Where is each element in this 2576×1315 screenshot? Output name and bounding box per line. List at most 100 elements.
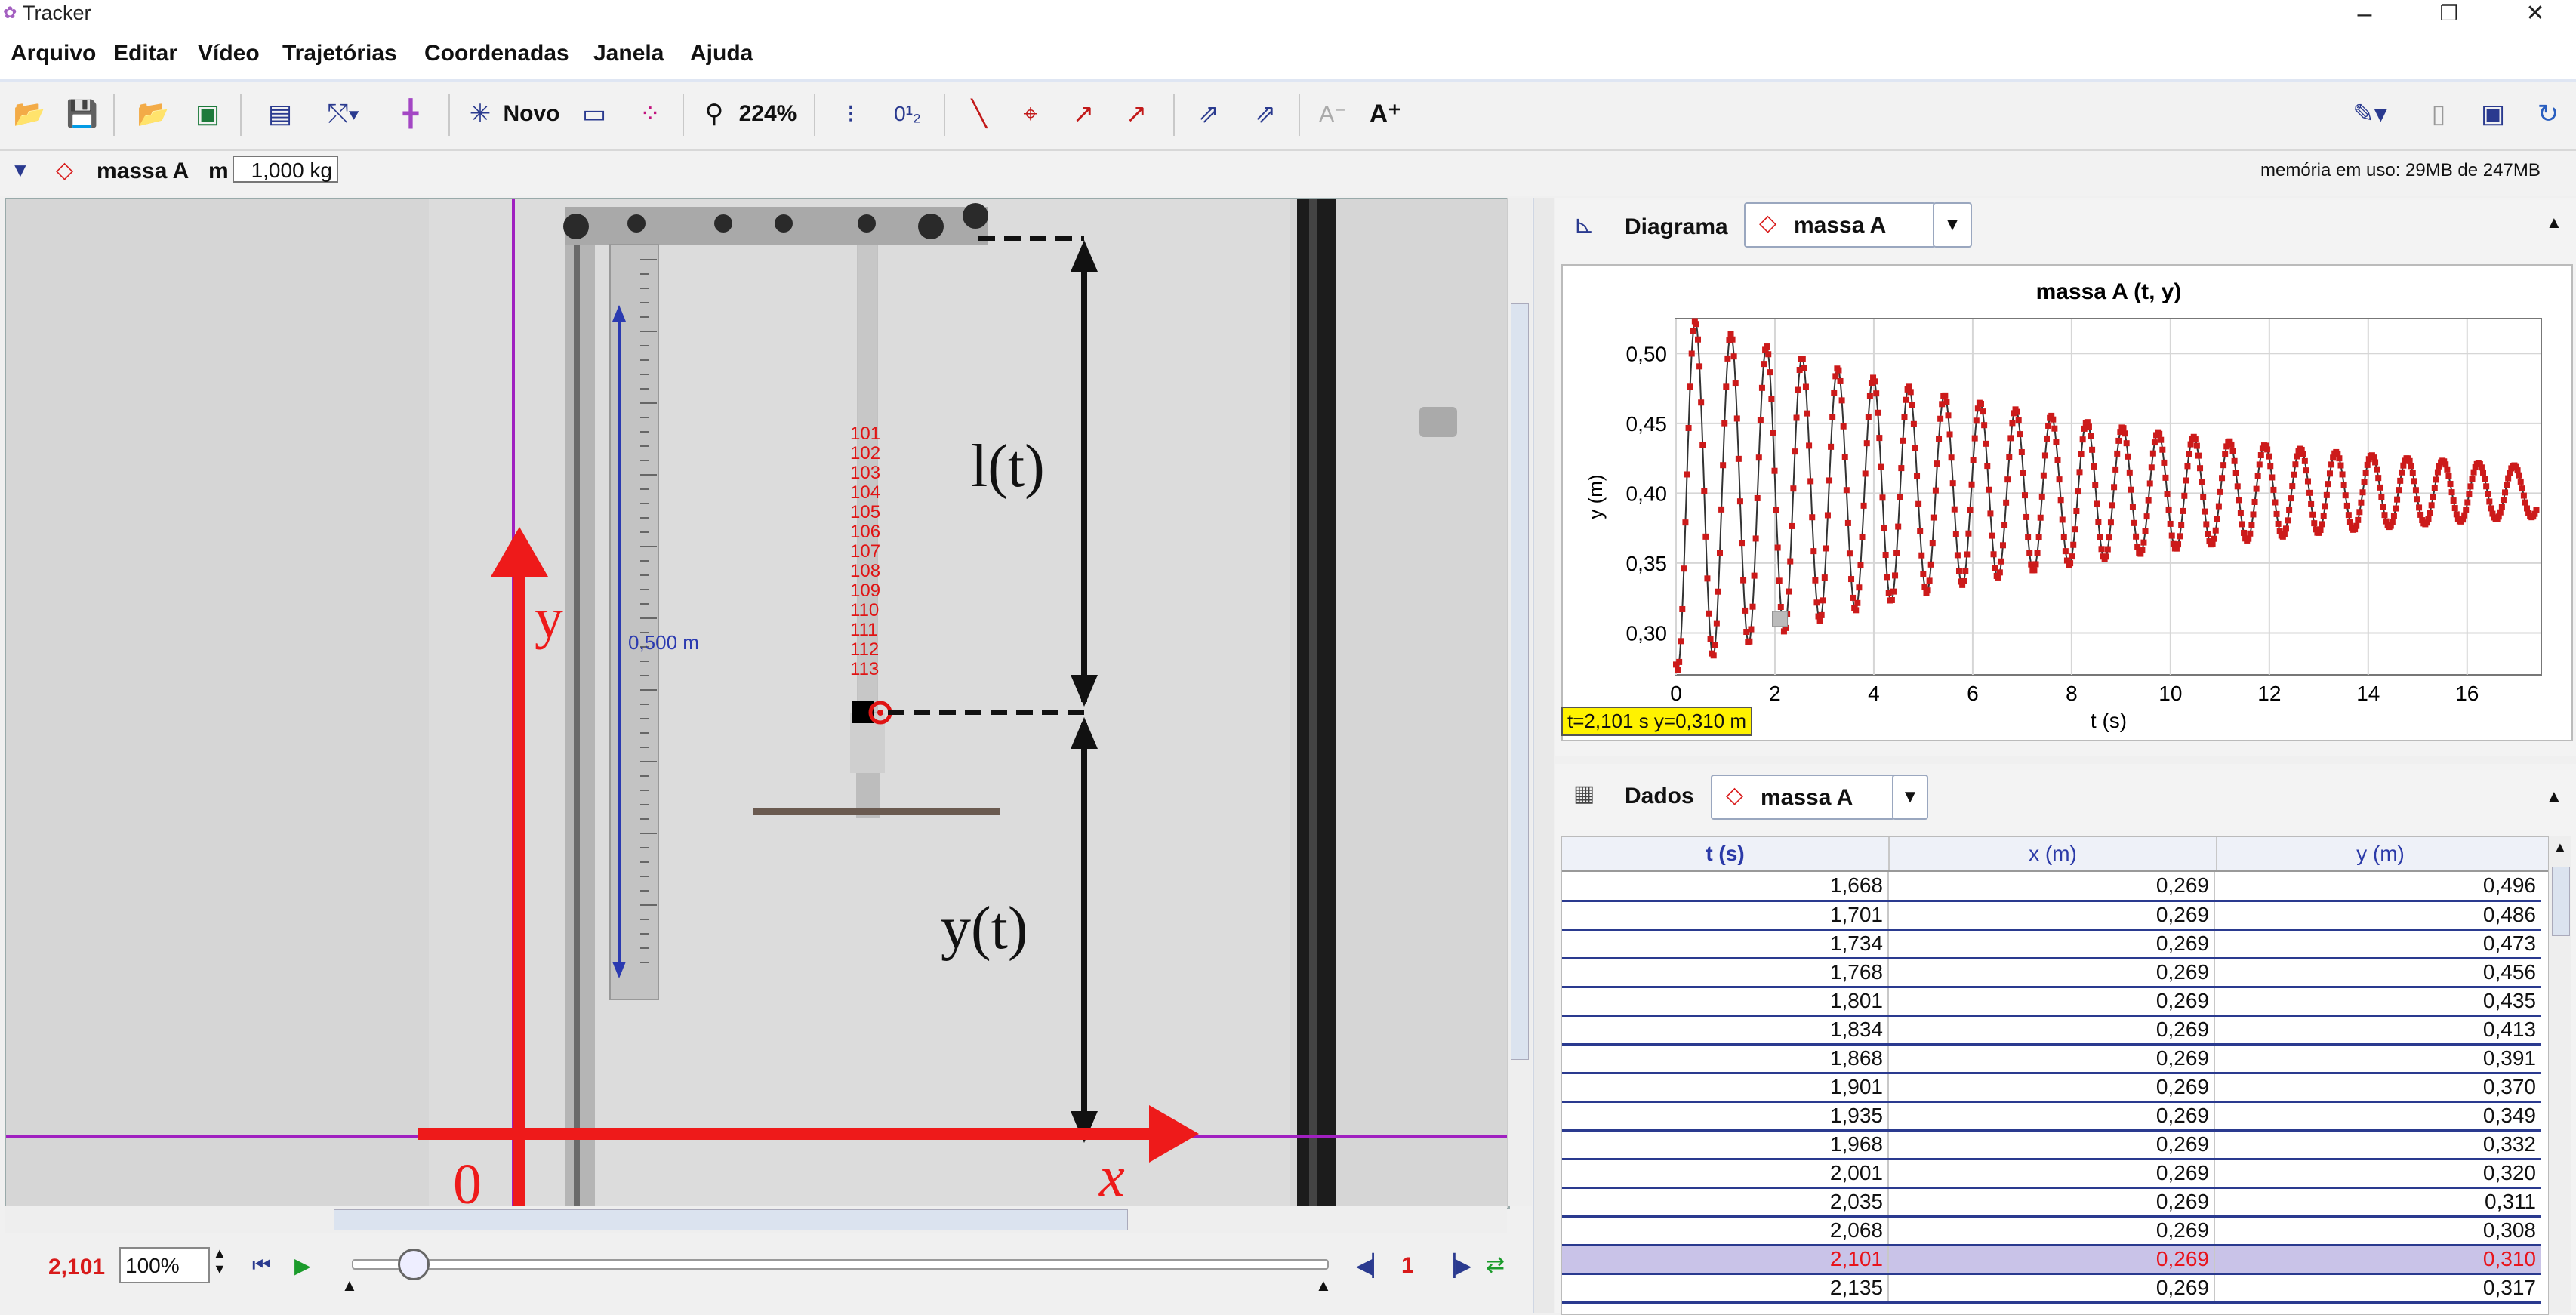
label-icon[interactable]: 0¹₂: [885, 95, 930, 133]
table-cell[interactable]: 2,068: [1562, 1216, 1888, 1246]
table-cell[interactable]: 0,269: [1887, 1159, 2214, 1189]
table-row[interactable]: 2,068 0,269 0,308: [1562, 1216, 2541, 1246]
collapse-icon[interactable]: ▲: [2546, 787, 2562, 806]
maximize-button[interactable]: ❐: [2413, 0, 2485, 30]
table-cell[interactable]: 0,269: [1887, 1187, 2214, 1218]
table-cell[interactable]: 0,496: [2214, 872, 2541, 902]
table-cell[interactable]: 0,269: [1887, 1216, 2214, 1246]
time-readout[interactable]: 2,101: [48, 1255, 105, 1280]
menu-video[interactable]: Vídeo: [198, 41, 260, 66]
table-cell[interactable]: 2,135: [1562, 1273, 1888, 1304]
slider-knob[interactable]: [398, 1249, 430, 1280]
video-view[interactable]: 0,500 m 101 102 103 104 105 106 107 108 109 110 11…: [5, 198, 1510, 1209]
table-row[interactable]: 1,668 0,269 0,496: [1562, 872, 2541, 902]
table-row[interactable]: 2,101 0,269 0,310: [1562, 1245, 2541, 1275]
video-frame[interactable]: 0,500 m 10110210310410510610710810911011…: [6, 199, 1508, 1208]
font-larger-icon[interactable]: A⁺: [1367, 95, 1404, 133]
panel-icon[interactable]: ▣: [2478, 95, 2508, 133]
table-cell[interactable]: 1,901: [1562, 1073, 1888, 1103]
table-cell[interactable]: 0,486: [2214, 901, 2541, 931]
column-header[interactable]: y (m): [2216, 837, 2544, 870]
table-cell[interactable]: 0,308: [2214, 1216, 2541, 1246]
new-track-button[interactable]: Novo: [501, 95, 562, 133]
step-forward-icon[interactable]: ▕▶: [1439, 1253, 1471, 1278]
table-cell[interactable]: 0,269: [1887, 929, 2214, 959]
data-rows[interactable]: 1,668 0,269 0,496 1,701 0,269 0,486 1,734 0,269…: [1562, 872, 2541, 1304]
table-cell[interactable]: 0,269: [1887, 872, 2214, 902]
clip-settings-icon[interactable]: ▤: [261, 95, 299, 133]
table-cell[interactable]: 0,269: [1887, 1273, 2214, 1304]
track-name[interactable]: massa A: [97, 159, 189, 184]
data-track-dropdown[interactable]: ◇ massa A: [1711, 775, 1895, 820]
plot-track-dropdown[interactable]: ◇ massa A: [1744, 202, 1936, 248]
frame-slider[interactable]: [352, 1249, 1329, 1280]
table-cell[interactable]: 0,269: [1887, 1015, 2214, 1046]
table-cell[interactable]: 1,868: [1562, 1044, 1888, 1074]
end-marker-icon[interactable]: ▲: [1315, 1276, 1332, 1295]
table-row[interactable]: 2,135 0,269 0,317: [1562, 1273, 2541, 1304]
table-cell[interactable]: 1,668: [1562, 872, 1888, 902]
close-button[interactable]: ✕: [2499, 0, 2571, 30]
table-row[interactable]: 1,968 0,269 0,332: [1562, 1130, 2541, 1160]
data-track-chevron-icon[interactable]: ▼: [1892, 775, 1928, 820]
position-icon[interactable]: ⌖: [1012, 95, 1049, 133]
menu-coordenadas[interactable]: Coordenadas: [424, 41, 569, 66]
new-track-icon[interactable]: ✳: [465, 95, 495, 133]
save-video-icon[interactable]: ▣: [189, 95, 226, 133]
zoom-stepper[interactable]: ▲ ▼: [213, 1246, 226, 1277]
zoom-icon[interactable]: ⚲: [699, 95, 729, 133]
calibration-icon[interactable]: ⤲▾: [317, 95, 370, 133]
open-icon[interactable]: 📂: [11, 95, 48, 133]
table-cell[interactable]: 0,269: [1887, 901, 2214, 931]
table-cell[interactable]: 0,435: [2214, 987, 2541, 1017]
table-row[interactable]: 1,834 0,269 0,413: [1562, 1015, 2541, 1046]
column-header[interactable]: t (s): [1562, 837, 1888, 870]
table-scrollbar[interactable]: ▲: [2549, 836, 2571, 1313]
table-cell[interactable]: 0,370: [2214, 1073, 2541, 1103]
menu-trajetorias[interactable]: Trajetórias: [282, 41, 397, 66]
table-cell[interactable]: 0,413: [2214, 1015, 2541, 1046]
zoom-field[interactable]: 100%: [119, 1247, 210, 1283]
table-cell[interactable]: 1,734: [1562, 929, 1888, 959]
data-table[interactable]: t (s) x (m) y (m) 1,668 0,269 0,496 1,701 0,…: [1561, 836, 2549, 1315]
table-cell[interactable]: 0,320: [2214, 1159, 2541, 1189]
table-row[interactable]: 1,701 0,269 0,486: [1562, 901, 2541, 931]
zoom-label[interactable]: 224%: [734, 95, 802, 133]
pencil-icon[interactable]: ✎▾: [2343, 95, 2396, 133]
scroll-thumb[interactable]: [334, 1209, 1128, 1230]
table-cell[interactable]: 0,269: [1887, 958, 2214, 988]
velocity-icon[interactable]: ↗: [1065, 95, 1102, 133]
table-cell[interactable]: 0,269: [1887, 1101, 2214, 1132]
path-icon[interactable]: ╲: [960, 95, 998, 133]
table-cell[interactable]: 2,101: [1562, 1245, 1888, 1275]
table-cell[interactable]: 1,801: [1562, 987, 1888, 1017]
menu-ajuda[interactable]: Ajuda: [690, 41, 753, 66]
minimize-button[interactable]: –: [2328, 0, 2401, 30]
table-cell[interactable]: 0,269: [1887, 1073, 2214, 1103]
save-icon[interactable]: 💾: [63, 95, 101, 133]
start-marker-icon[interactable]: ▲: [341, 1276, 358, 1295]
split-divider[interactable]: [1533, 198, 1554, 1313]
trail-icon[interactable]: ⁝: [832, 95, 870, 133]
acceleration-icon[interactable]: ↗: [1117, 95, 1155, 133]
font-smaller-icon[interactable]: A⁻: [1315, 95, 1350, 133]
step-back-icon[interactable]: ◀▏: [1356, 1253, 1388, 1278]
open-folder-icon[interactable]: 📂: [134, 95, 172, 133]
play-icon[interactable]: ▶: [294, 1253, 311, 1278]
video-vertical-scrollbar[interactable]: [1507, 198, 1532, 1206]
table-cell[interactable]: 0,456: [2214, 958, 2541, 988]
mass-field[interactable]: 1,000 kg: [233, 156, 338, 183]
table-cell[interactable]: 0,269: [1887, 987, 2214, 1017]
plot-track-chevron-icon[interactable]: ▼: [1933, 202, 1972, 248]
table-row[interactable]: 1,768 0,269 0,456: [1562, 958, 2541, 988]
points-icon[interactable]: ⁘: [631, 95, 669, 133]
table-row[interactable]: 1,734 0,269 0,473: [1562, 929, 2541, 959]
table-cell[interactable]: 0,310: [2214, 1245, 2541, 1275]
video-horizontal-scrollbar[interactable]: [5, 1206, 1507, 1233]
table-row[interactable]: 1,801 0,269 0,435: [1562, 987, 2541, 1017]
table-cell[interactable]: 0,269: [1887, 1130, 2214, 1160]
table-cell[interactable]: 0,317: [2214, 1273, 2541, 1304]
table-cell[interactable]: 0,269: [1887, 1245, 2214, 1275]
collapse-icon[interactable]: ▲: [2546, 213, 2562, 233]
table-cell[interactable]: 1,834: [1562, 1015, 1888, 1046]
